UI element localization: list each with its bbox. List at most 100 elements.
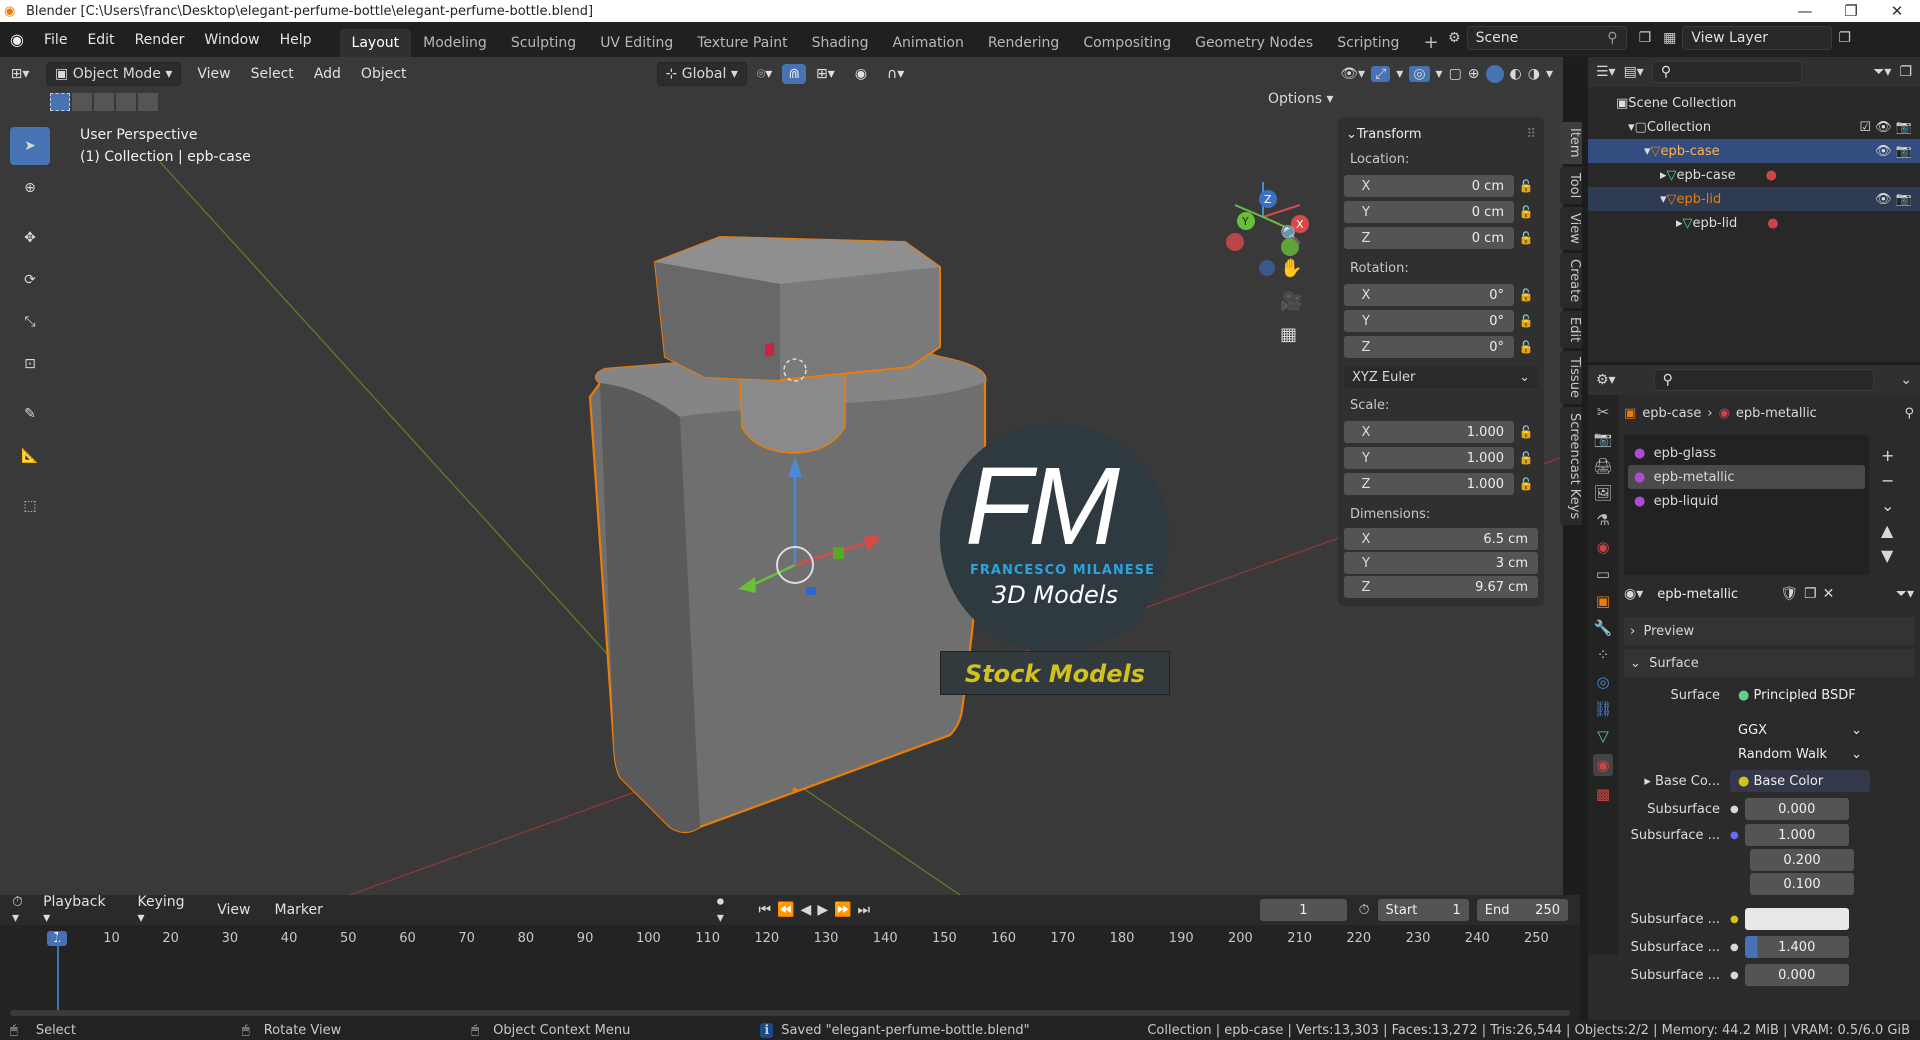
lock-icon[interactable]: 🔓 <box>1514 451 1538 465</box>
subsurface-method-select[interactable]: Random Walk ⌄ <box>1730 743 1870 765</box>
options-button[interactable]: Options ▾ <box>1268 91 1334 107</box>
add-cube-tool-icon[interactable]: ⬚ <box>10 487 50 525</box>
scene-tab-icon[interactable]: ⚗ <box>1596 511 1609 529</box>
tab-tissue[interactable]: Tissue <box>1560 351 1582 405</box>
scale-tool-icon[interactable]: ⤡ <box>10 303 50 341</box>
select-tool-icon[interactable]: ➤ <box>10 127 50 165</box>
tab-create[interactable]: Create <box>1560 252 1582 308</box>
surface-panel-header[interactable]: ⌄ Surface <box>1624 649 1914 677</box>
minimize-button[interactable]: — <box>1782 2 1828 20</box>
subsurface-anisotropy-field[interactable]: 0.000 <box>1744 964 1849 986</box>
snap-icon[interactable]: ⋒ <box>782 63 807 84</box>
tab-sculpting[interactable]: Sculpting <box>499 29 588 57</box>
select-new-icon[interactable] <box>50 93 70 111</box>
tool-tab-icon[interactable]: ✂ <box>1597 403 1610 421</box>
editor-type-icon[interactable]: ⚙▾ <box>1596 372 1616 388</box>
visibility-icon[interactable]: 👁 📷 <box>1875 192 1912 207</box>
menu-file[interactable]: File <box>34 32 77 48</box>
view-layer-selector[interactable]: View Layer <box>1682 26 1833 50</box>
checkbox-icon[interactable]: ☑ 👁 📷 <box>1859 120 1912 135</box>
cursor-tool-icon[interactable]: ⊕ <box>10 169 50 207</box>
rotation-y-field[interactable]: Y 0° <box>1344 310 1514 332</box>
maximize-button[interactable]: ❐ <box>1828 2 1874 20</box>
material-browse-icon[interactable]: ◉▾ <box>1624 586 1643 602</box>
link-icon[interactable]: ⏷▾ <box>1896 586 1914 602</box>
end-frame-field[interactable]: End 250 <box>1476 899 1568 921</box>
slot-menu-icon[interactable]: ⌄ <box>1881 496 1894 515</box>
node-socket-icon[interactable]: ● <box>1730 970 1739 981</box>
subsurface-radius-y-field[interactable]: 0.200 <box>1750 849 1854 871</box>
subsurface-radius-x-field[interactable]: 1.000 <box>1744 824 1849 846</box>
tab-edit[interactable]: Edit <box>1560 310 1582 349</box>
tab-shading[interactable]: Shading <box>800 29 881 57</box>
outliner-scene-collection[interactable]: ▣ Scene Collection <box>1588 91 1920 115</box>
node-socket-icon[interactable]: ● <box>1730 804 1739 815</box>
distribution-select[interactable]: GGX ⌄ <box>1730 719 1870 741</box>
rotation-mode-select[interactable]: XYZ Euler ⌄ <box>1344 366 1538 388</box>
rendered-shading-icon[interactable]: ◑ <box>1528 66 1540 82</box>
pivot-icon[interactable]: ⌾▾ <box>747 64 782 84</box>
stopwatch-icon[interactable]: ⏱ <box>1359 902 1370 918</box>
list-item[interactable]: ● epb-glass <box>1628 441 1865 465</box>
tab-geometry-nodes[interactable]: Geometry Nodes <box>1183 29 1325 57</box>
dimension-x-field[interactable]: X 6.5 cm <box>1344 528 1538 550</box>
node-socket-icon[interactable]: ● <box>1730 830 1739 841</box>
record-icon[interactable]: ⏺ ▾ <box>717 894 735 926</box>
lock-icon[interactable]: 🔓 <box>1514 477 1538 491</box>
menu-render[interactable]: Render <box>125 32 195 48</box>
rotation-x-field[interactable]: X 0° <box>1344 284 1514 306</box>
material-tab-icon[interactable]: ◉ <box>1593 754 1613 776</box>
outliner-item-epb-case-mesh[interactable]: ▸ ▽ epb-case ● <box>1588 163 1920 187</box>
tab-modeling[interactable]: Modeling <box>411 29 499 57</box>
menu-playback[interactable]: Playback ▾ <box>33 892 123 928</box>
outliner-collection[interactable]: ▾ ▢ Collection ☑ 👁 📷 <box>1588 115 1920 139</box>
object-tab-icon[interactable]: ▣ <box>1596 592 1610 610</box>
collapse-icon[interactable]: ⌄ <box>1346 127 1357 142</box>
tab-scripting[interactable]: Scripting <box>1325 29 1411 57</box>
collection-tab-icon[interactable]: ▭ <box>1596 565 1610 583</box>
3d-viewport[interactable]: Z X Y ⊞▾ ▣ Object Mode ▾ View Select Add… <box>0 57 1582 895</box>
lock-icon[interactable]: 🔓 <box>1514 314 1538 328</box>
zoom-icon[interactable]: 🔍 <box>1280 225 1302 246</box>
lock-icon[interactable]: 🔓 <box>1514 179 1538 193</box>
subsurface-color-swatch[interactable] <box>1744 908 1849 930</box>
menu-view[interactable]: View <box>207 900 260 920</box>
material-name-field[interactable]: epb-metallic <box>1649 583 1775 605</box>
add-slot-icon[interactable]: + <box>1881 446 1894 465</box>
select-subtract-icon[interactable] <box>94 93 114 111</box>
tab-layout[interactable]: Layout <box>339 29 412 57</box>
new-scene-icon[interactable]: ❐ <box>1639 30 1652 46</box>
measure-tool-icon[interactable]: 📐 <box>10 437 50 475</box>
tab-compositing[interactable]: Compositing <box>1071 29 1183 57</box>
duplicate-material-icon[interactable]: ❐ <box>1804 586 1817 602</box>
tab-item[interactable]: Item <box>1560 122 1582 164</box>
world-tab-icon[interactable]: ◉ <box>1596 538 1609 556</box>
overlay-dropdown-icon[interactable]: ▾ <box>1436 66 1443 82</box>
frame-ruler[interactable]: 1102030405060708090100110120130140150160… <box>0 925 1580 950</box>
view-layer-icon[interactable]: ▦ <box>1663 30 1676 46</box>
menu-select[interactable]: Select <box>241 64 304 84</box>
visibility-icon[interactable]: 👁 📷 <box>1875 144 1912 159</box>
list-item[interactable]: ● epb-liquid <box>1628 489 1865 513</box>
list-item[interactable]: ● epb-metallic <box>1628 465 1865 489</box>
dimension-z-field[interactable]: Z 9.67 cm <box>1344 576 1538 598</box>
scale-y-field[interactable]: Y 1.000 <box>1344 447 1514 469</box>
location-z-field[interactable]: Z 0 cm <box>1344 227 1514 249</box>
falloff-icon[interactable]: ∩▾ <box>877 64 914 84</box>
pan-hand-icon[interactable]: ✋ <box>1280 258 1302 279</box>
select-intersect-icon[interactable] <box>138 93 158 111</box>
tab-tool[interactable]: Tool <box>1560 166 1582 204</box>
menu-window[interactable]: Window <box>194 32 269 48</box>
wireframe-shading-icon[interactable]: ⊕ <box>1468 66 1480 82</box>
tab-rendering[interactable]: Rendering <box>976 29 1072 57</box>
scale-x-field[interactable]: X 1.000 <box>1344 421 1514 443</box>
close-button[interactable]: ✕ <box>1874 2 1920 20</box>
subsurface-radius-z-field[interactable]: 0.100 <box>1750 873 1854 895</box>
menu-view[interactable]: View <box>187 64 240 84</box>
subsurface-ior-field[interactable]: 1.400 <box>1744 936 1849 958</box>
lock-icon[interactable]: 🔓 <box>1514 340 1538 354</box>
outliner-item-epb-lid-mesh[interactable]: ▸ ▽ epb-lid ● <box>1588 211 1920 235</box>
data-tab-icon[interactable]: ▽ <box>1597 727 1609 745</box>
clock-icon[interactable]: ⏱▾ <box>12 894 29 926</box>
solid-shading-icon[interactable] <box>1485 64 1504 83</box>
